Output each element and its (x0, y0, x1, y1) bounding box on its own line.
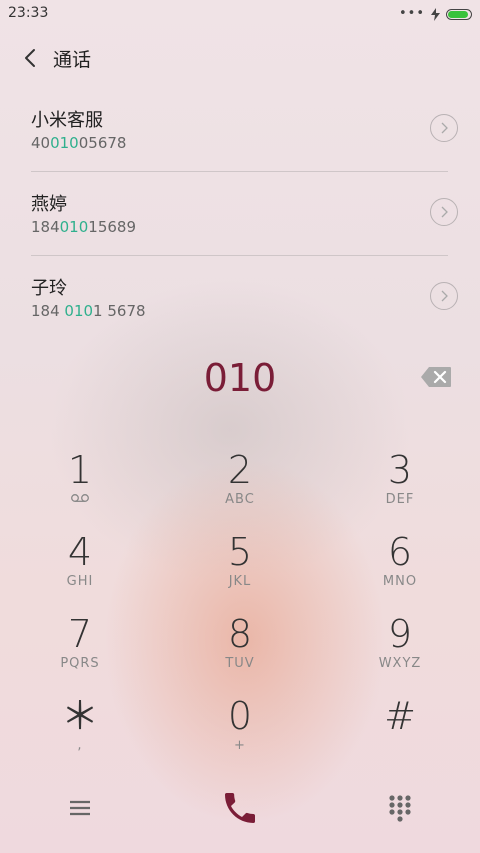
key-digit: ＊ (60, 694, 99, 738)
call-button[interactable] (220, 788, 260, 828)
key-letters: TUV (225, 656, 255, 671)
key-letters: ABC (225, 492, 255, 507)
keypad-row: 1 2 ABC 3 DEF (0, 448, 480, 530)
key-0[interactable]: 0 + (180, 694, 300, 774)
key-digit: 2 (227, 448, 253, 492)
key-3[interactable]: 3 DEF (340, 448, 460, 528)
key-5[interactable]: 5 JKL (180, 530, 300, 610)
key-digit: 0 (227, 694, 253, 738)
key-4[interactable]: 4 GHI (20, 530, 140, 610)
key-8[interactable]: 8 TUV (180, 612, 300, 692)
key-letters: , (77, 738, 83, 753)
phone-icon (225, 793, 255, 823)
bottom-action-bar (0, 780, 480, 840)
number-match-highlight: 010 (64, 302, 94, 320)
contact-detail-button[interactable] (430, 114, 458, 142)
key-hash[interactable]: # (340, 694, 460, 774)
key-digit: 3 (387, 448, 413, 492)
key-digit: 7 (67, 612, 93, 656)
chevron-left-icon (25, 49, 35, 67)
voicemail-icon (20, 492, 140, 508)
key-letters: PQRS (60, 656, 100, 671)
key-2[interactable]: 2 ABC (180, 448, 300, 528)
contact-result-item[interactable]: 子玲 184 0101 5678 (0, 256, 480, 340)
chevron-right-icon (441, 290, 448, 302)
chevron-right-icon (441, 206, 448, 218)
back-button[interactable] (16, 44, 44, 72)
status-bar: 23:33 ••• (0, 0, 480, 28)
contact-detail-button[interactable] (430, 282, 458, 310)
key-letters: GHI (66, 574, 94, 589)
key-digit: 9 (387, 612, 413, 656)
dialed-number-display: 010 (203, 356, 277, 400)
number-match-highlight: 010 (59, 218, 89, 236)
backspace-button[interactable] (420, 366, 452, 388)
battery-level (448, 10, 468, 18)
key-star[interactable]: ＊ , (20, 694, 140, 774)
contact-number: 184 0101 5678 (31, 302, 146, 320)
key-digit: 4 (67, 530, 93, 574)
status-icons: ••• (399, 6, 472, 22)
key-7[interactable]: 7 PQRS (20, 612, 140, 692)
lightning-icon (431, 7, 440, 21)
number-match-highlight: 010 (50, 134, 79, 152)
key-letters: WXYZ (378, 656, 422, 671)
key-digit: # (384, 694, 416, 738)
contact-result-item[interactable]: 燕婷 18401015689 (0, 172, 480, 256)
contact-name: 小米客服 (31, 110, 103, 131)
contact-result-item[interactable]: 小米客服 4001005678 (0, 88, 480, 172)
key-1[interactable]: 1 (20, 448, 140, 528)
key-digit: 5 (227, 530, 253, 574)
key-9[interactable]: 9 WXYZ (340, 612, 460, 692)
menu-icon (70, 800, 90, 816)
contact-detail-button[interactable] (430, 198, 458, 226)
key-letters: + (234, 738, 246, 753)
battery-icon (446, 8, 472, 20)
hide-keypad-button[interactable] (386, 793, 414, 823)
backspace-icon (421, 367, 451, 387)
chevron-right-icon (441, 122, 448, 134)
keypad-row: ＊ , 0 + # (0, 694, 480, 776)
page-title: 通话 (53, 49, 92, 71)
keypad-row: 4 GHI 5 JKL 6 MNO (0, 530, 480, 612)
key-digit: 1 (67, 448, 93, 492)
key-letters: JKL (228, 574, 252, 589)
contact-number: 18401015689 (31, 218, 136, 236)
status-time: 23:33 (8, 5, 49, 21)
contact-name: 子玲 (31, 278, 67, 299)
keypad-row: 7 PQRS 8 TUV 9 WXYZ (0, 612, 480, 694)
dial-keypad: 1 2 ABC 3 DEF 4 GHI 5 JKL 6 MNO 7 PQRS 8… (0, 448, 480, 776)
key-letters: DEF (385, 492, 415, 507)
key-6[interactable]: 6 MNO (340, 530, 460, 610)
contact-number: 4001005678 (31, 134, 127, 152)
key-digit: 6 (387, 530, 413, 574)
key-letters: MNO (382, 574, 418, 589)
key-digit: 8 (227, 612, 253, 656)
menu-button[interactable] (66, 794, 94, 822)
dialpad-icon (389, 795, 411, 822)
contact-name: 燕婷 (31, 194, 67, 215)
contact-result-list: 小米客服 4001005678 燕婷 18401015689 子玲 184 01… (0, 88, 480, 340)
header: 通话 (0, 38, 480, 78)
more-notifications-icon: ••• (398, 6, 425, 21)
